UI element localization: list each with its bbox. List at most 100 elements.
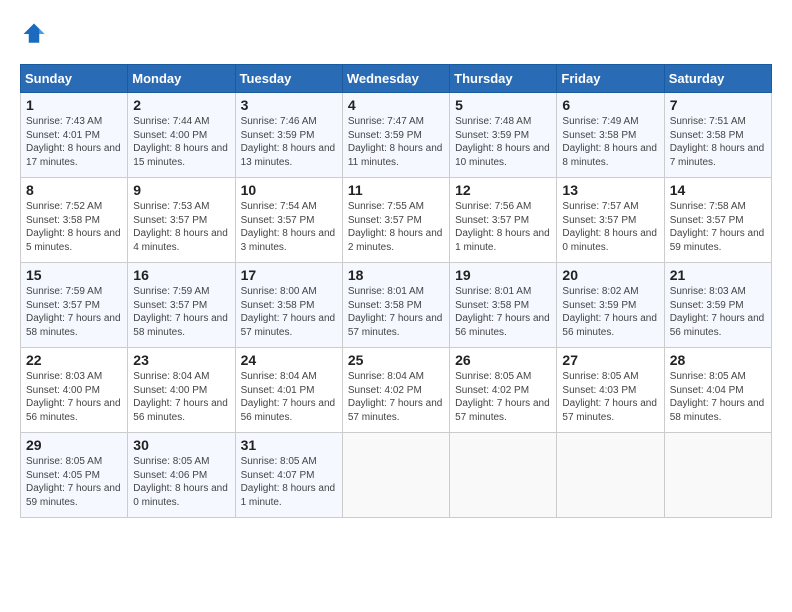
day-info: Sunrise: 7:47 AM Sunset: 3:59 PM Dayligh…: [348, 115, 444, 169]
day-info: Sunrise: 8:04 AM Sunset: 4:02 PM Dayligh…: [348, 370, 444, 424]
calendar-day-cell: 9 Sunrise: 7:53 AM Sunset: 3:57 PM Daylig…: [128, 178, 235, 263]
day-info: Sunrise: 8:04 AM Sunset: 4:01 PM Dayligh…: [241, 370, 337, 424]
day-number: 28: [670, 352, 766, 368]
calendar-week-row: 22 Sunrise: 8:03 AM Sunset: 4:00 PM Dayli…: [21, 348, 772, 433]
calendar-day-cell: 12 Sunrise: 7:56 AM Sunset: 3:57 PM Dayli…: [450, 178, 557, 263]
day-number: 5: [455, 97, 551, 113]
day-number: 1: [26, 97, 122, 113]
calendar-day-cell: 8 Sunrise: 7:52 AM Sunset: 3:58 PM Daylig…: [21, 178, 128, 263]
logo-icon: [20, 20, 48, 48]
calendar-day-cell: 17 Sunrise: 8:00 AM Sunset: 3:58 PM Dayli…: [235, 263, 342, 348]
day-number: 13: [562, 182, 658, 198]
day-info: Sunrise: 7:48 AM Sunset: 3:59 PM Dayligh…: [455, 115, 551, 169]
day-of-week-header: Saturday: [664, 65, 771, 93]
page-header: [20, 20, 772, 48]
calendar-day-cell: 21 Sunrise: 8:03 AM Sunset: 3:59 PM Dayli…: [664, 263, 771, 348]
calendar-day-cell: 4 Sunrise: 7:47 AM Sunset: 3:59 PM Daylig…: [342, 93, 449, 178]
day-info: Sunrise: 8:05 AM Sunset: 4:05 PM Dayligh…: [26, 455, 122, 509]
day-of-week-header: Thursday: [450, 65, 557, 93]
day-info: Sunrise: 7:53 AM Sunset: 3:57 PM Dayligh…: [133, 200, 229, 254]
calendar-day-cell: 7 Sunrise: 7:51 AM Sunset: 3:58 PM Daylig…: [664, 93, 771, 178]
calendar-day-cell: 29Sunrise: 8:05 AM Sunset: 4:05 PM Dayli…: [21, 433, 128, 518]
calendar-week-row: 8 Sunrise: 7:52 AM Sunset: 3:58 PM Daylig…: [21, 178, 772, 263]
day-number: 2: [133, 97, 229, 113]
day-of-week-header: Sunday: [21, 65, 128, 93]
day-number: 31: [241, 437, 337, 453]
day-info: Sunrise: 8:05 AM Sunset: 4:02 PM Dayligh…: [455, 370, 551, 424]
day-info: Sunrise: 7:59 AM Sunset: 3:57 PM Dayligh…: [26, 285, 122, 339]
logo: [20, 20, 52, 48]
day-number: 3: [241, 97, 337, 113]
day-number: 26: [455, 352, 551, 368]
calendar-day-cell: 25 Sunrise: 8:04 AM Sunset: 4:02 PM Dayli…: [342, 348, 449, 433]
day-info: Sunrise: 8:05 AM Sunset: 4:03 PM Dayligh…: [562, 370, 658, 424]
day-number: 30: [133, 437, 229, 453]
day-info: Sunrise: 8:03 AM Sunset: 3:59 PM Dayligh…: [670, 285, 766, 339]
calendar-day-cell: 18 Sunrise: 8:01 AM Sunset: 3:58 PM Dayli…: [342, 263, 449, 348]
calendar-day-cell: 19Sunrise: 8:01 AM Sunset: 3:58 PM Dayli…: [450, 263, 557, 348]
calendar-week-row: 29Sunrise: 8:05 AM Sunset: 4:05 PM Dayli…: [21, 433, 772, 518]
calendar-day-cell: 28 Sunrise: 8:05 AM Sunset: 4:04 PM Dayli…: [664, 348, 771, 433]
calendar-day-cell: [557, 433, 664, 518]
day-info: Sunrise: 8:05 AM Sunset: 4:04 PM Dayligh…: [670, 370, 766, 424]
calendar-day-cell: 16Sunrise: 7:59 AM Sunset: 3:57 PM Dayli…: [128, 263, 235, 348]
calendar-day-cell: 13 Sunrise: 7:57 AM Sunset: 3:57 PM Dayli…: [557, 178, 664, 263]
calendar-day-cell: 11 Sunrise: 7:55 AM Sunset: 3:57 PM Dayli…: [342, 178, 449, 263]
calendar-day-cell: 3Sunrise: 7:46 AM Sunset: 3:59 PM Daylig…: [235, 93, 342, 178]
day-number: 17: [241, 267, 337, 283]
day-number: 18: [348, 267, 444, 283]
day-info: Sunrise: 7:49 AM Sunset: 3:58 PM Dayligh…: [562, 115, 658, 169]
day-info: Sunrise: 7:43 AM Sunset: 4:01 PM Dayligh…: [26, 115, 122, 169]
day-number: 20: [562, 267, 658, 283]
day-number: 15: [26, 267, 122, 283]
day-number: 22: [26, 352, 122, 368]
day-info: Sunrise: 8:00 AM Sunset: 3:58 PM Dayligh…: [241, 285, 337, 339]
calendar-day-cell: 22 Sunrise: 8:03 AM Sunset: 4:00 PM Dayli…: [21, 348, 128, 433]
day-info: Sunrise: 7:51 AM Sunset: 3:58 PM Dayligh…: [670, 115, 766, 169]
day-info: Sunrise: 8:01 AM Sunset: 3:58 PM Dayligh…: [348, 285, 444, 339]
calendar-day-cell: 30 Sunrise: 8:05 AM Sunset: 4:06 PM Dayli…: [128, 433, 235, 518]
calendar-day-cell: 31Sunrise: 8:05 AM Sunset: 4:07 PM Dayli…: [235, 433, 342, 518]
day-number: 12: [455, 182, 551, 198]
calendar-header-row: SundayMondayTuesdayWednesdayThursdayFrid…: [21, 65, 772, 93]
day-info: Sunrise: 8:04 AM Sunset: 4:00 PM Dayligh…: [133, 370, 229, 424]
day-info: Sunrise: 7:52 AM Sunset: 3:58 PM Dayligh…: [26, 200, 122, 254]
calendar-day-cell: 24Sunrise: 8:04 AM Sunset: 4:01 PM Dayli…: [235, 348, 342, 433]
day-number: 9: [133, 182, 229, 198]
day-number: 7: [670, 97, 766, 113]
day-info: Sunrise: 7:57 AM Sunset: 3:57 PM Dayligh…: [562, 200, 658, 254]
day-number: 8: [26, 182, 122, 198]
day-info: Sunrise: 7:55 AM Sunset: 3:57 PM Dayligh…: [348, 200, 444, 254]
day-number: 6: [562, 97, 658, 113]
day-of-week-header: Tuesday: [235, 65, 342, 93]
day-info: Sunrise: 8:03 AM Sunset: 4:00 PM Dayligh…: [26, 370, 122, 424]
day-info: Sunrise: 7:56 AM Sunset: 3:57 PM Dayligh…: [455, 200, 551, 254]
calendar-day-cell: 5 Sunrise: 7:48 AM Sunset: 3:59 PM Daylig…: [450, 93, 557, 178]
day-info: Sunrise: 8:05 AM Sunset: 4:06 PM Dayligh…: [133, 455, 229, 509]
day-info: Sunrise: 7:44 AM Sunset: 4:00 PM Dayligh…: [133, 115, 229, 169]
calendar-week-row: 15 Sunrise: 7:59 AM Sunset: 3:57 PM Dayli…: [21, 263, 772, 348]
calendar-day-cell: 14Sunrise: 7:58 AM Sunset: 3:57 PM Dayli…: [664, 178, 771, 263]
day-number: 21: [670, 267, 766, 283]
day-number: 27: [562, 352, 658, 368]
calendar-day-cell: 10Sunrise: 7:54 AM Sunset: 3:57 PM Dayli…: [235, 178, 342, 263]
day-number: 25: [348, 352, 444, 368]
day-number: 4: [348, 97, 444, 113]
day-of-week-header: Monday: [128, 65, 235, 93]
day-number: 11: [348, 182, 444, 198]
calendar-day-cell: 6 Sunrise: 7:49 AM Sunset: 3:58 PM Daylig…: [557, 93, 664, 178]
calendar-day-cell: [664, 433, 771, 518]
calendar-day-cell: 20 Sunrise: 8:02 AM Sunset: 3:59 PM Dayli…: [557, 263, 664, 348]
day-number: 19: [455, 267, 551, 283]
calendar-table: SundayMondayTuesdayWednesdayThursdayFrid…: [20, 64, 772, 518]
day-of-week-header: Friday: [557, 65, 664, 93]
calendar-day-cell: [450, 433, 557, 518]
day-of-week-header: Wednesday: [342, 65, 449, 93]
calendar-day-cell: 2 Sunrise: 7:44 AM Sunset: 4:00 PM Daylig…: [128, 93, 235, 178]
calendar-day-cell: [342, 433, 449, 518]
day-number: 10: [241, 182, 337, 198]
day-info: Sunrise: 8:02 AM Sunset: 3:59 PM Dayligh…: [562, 285, 658, 339]
day-number: 23: [133, 352, 229, 368]
day-number: 14: [670, 182, 766, 198]
calendar-day-cell: 27 Sunrise: 8:05 AM Sunset: 4:03 PM Dayli…: [557, 348, 664, 433]
